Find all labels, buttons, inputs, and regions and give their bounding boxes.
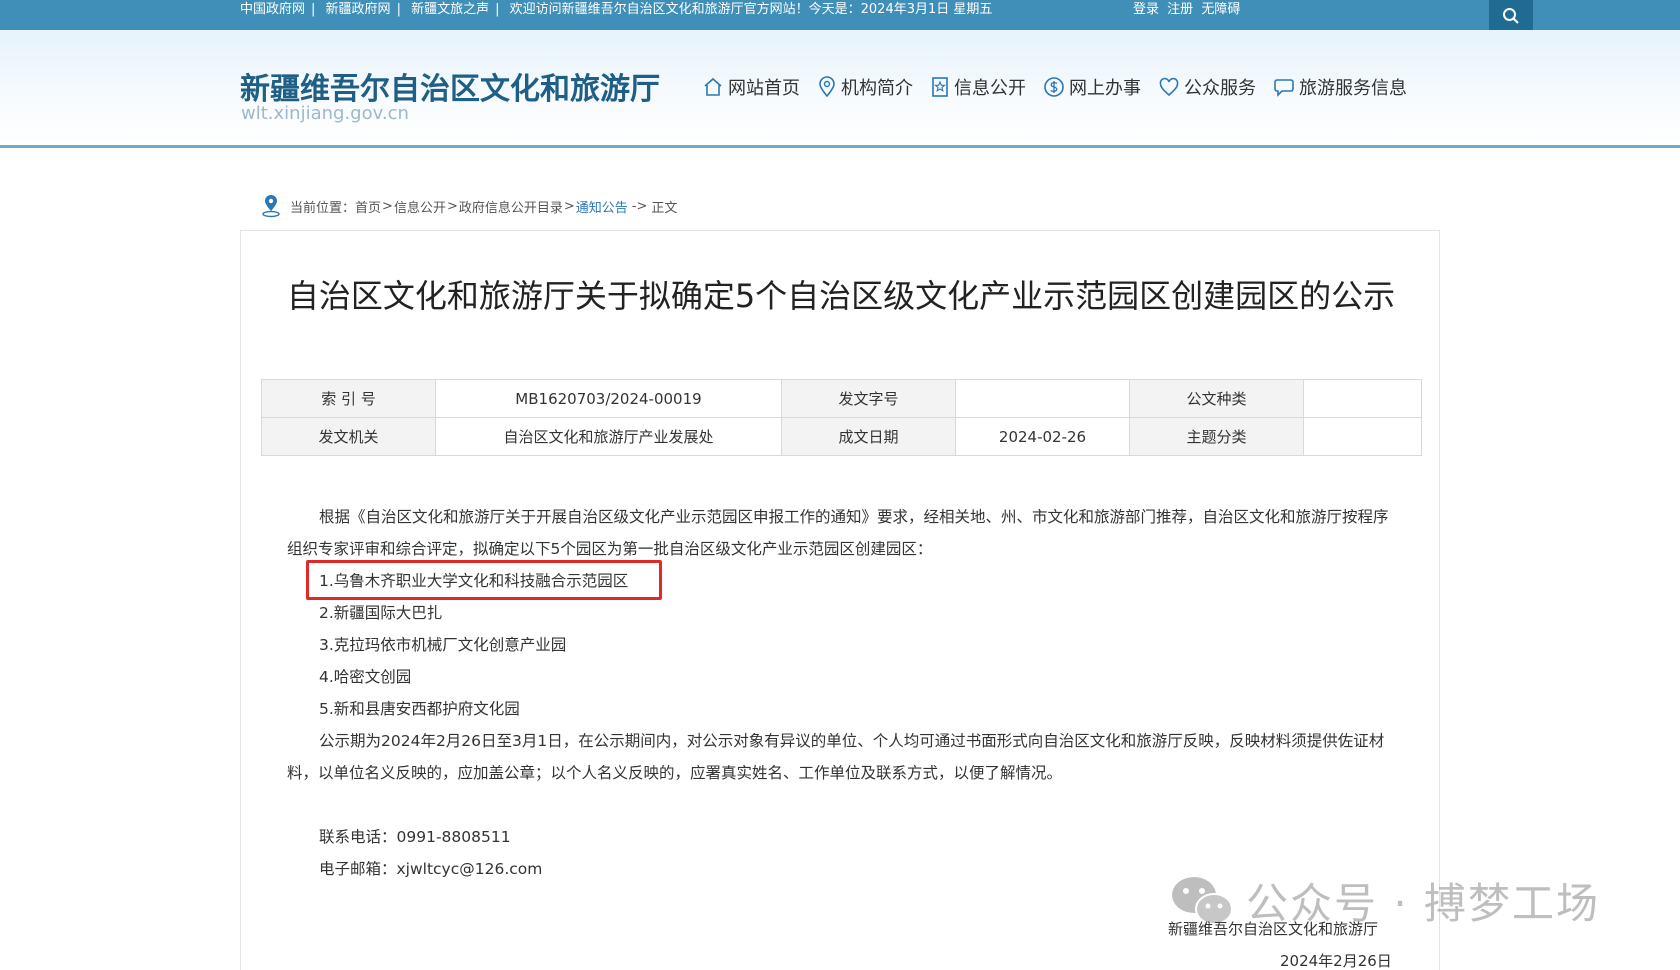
link-gov-cn[interactable]: 中国政府网 [240, 2, 305, 17]
location-pin-icon [819, 76, 835, 98]
article-panel: 自治区文化和旅游厅关于拟确定5个自治区级文化产业示范园区创建园区的公示 索 引 … [240, 230, 1440, 970]
nav-item-label: 旅游服务信息 [1299, 78, 1407, 99]
site-title[interactable]: 新疆维吾尔自治区文化和旅游厅 [240, 64, 660, 108]
breadcrumb-current-sep: -> [631, 198, 648, 214]
meta-table: 索 引 号 MB1620703/2024-00019 发文字号 公文种类 发文机… [261, 379, 1422, 456]
breadcrumb-notices[interactable]: 通知公告 [576, 197, 628, 216]
breadcrumb-arrow: > [563, 198, 575, 214]
meta-value-index: MB1620703/2024-00019 [435, 379, 782, 418]
intro-paragraph: 根据《自治区文化和旅游厅关于开展自治区级文化产业示范园区申报工作的通知》要求，经… [287, 508, 1389, 558]
breadcrumb-home[interactable]: 首页 [355, 197, 381, 216]
meta-label-date: 成文日期 [781, 417, 956, 456]
meta-value-topic [1303, 417, 1422, 456]
meta-label-index: 索 引 号 [261, 379, 436, 418]
list-item: 4.哈密文创园 [319, 668, 412, 686]
list-item: 2.新疆国际大巴扎 [319, 604, 443, 622]
nav-item-label: 公众服务 [1184, 78, 1256, 99]
accessibility-link[interactable]: 无障碍 [1201, 2, 1240, 17]
site-header: 新疆维吾尔自治区文化和旅游厅 wlt.xinjiang.gov.cn 网站首页 … [0, 30, 1680, 148]
nav-item-public-service[interactable]: 公众服务 [1158, 74, 1256, 100]
register-link[interactable]: 注册 [1167, 2, 1193, 17]
meta-row: 索 引 号 MB1620703/2024-00019 发文字号 公文种类 [261, 379, 1422, 418]
nav-item-info-public[interactable]: 信息公开 [930, 74, 1026, 100]
breadcrumb-info-public[interactable]: 信息公开 [394, 197, 446, 216]
top-links: 中国政府网 | 新疆政府网 | 新疆文旅之声 | 欢迎访问新疆维吾尔自治区文化和旅游厅… [240, 0, 992, 20]
contact-phone: 联系电话：0991-8808511 [319, 828, 511, 846]
breadcrumb: 当前位置： 首页 > 信息公开 > 政府信息公开目录 > 通知公告 -> 正文 [260, 194, 677, 218]
home-icon [704, 77, 722, 96]
breadcrumb-catalog[interactable]: 政府信息公开目录 [459, 197, 563, 216]
meta-value-doc-no [955, 379, 1130, 418]
link-xinjiang-gov[interactable]: 新疆政府网 [326, 2, 391, 17]
list-item: 3.克拉玛依市机械厂文化创意产业园 [319, 636, 567, 654]
nav-item-label: 网站首页 [728, 78, 800, 99]
heart-icon [1159, 77, 1179, 97]
meta-label-issuer: 发文机关 [261, 417, 436, 456]
nav-item-label: 机构简介 [841, 78, 913, 99]
main-nav: 网站首页 机构简介 信息公开 网上办事 公众服务 旅游服务信息 [702, 72, 1424, 102]
highlight-box [306, 560, 662, 600]
meta-value-doc-type [1303, 379, 1422, 418]
nav-item-label: 信息公开 [954, 78, 1026, 99]
meta-value-date: 2024-02-26 [955, 417, 1130, 456]
account-links: 登录 注册 无障碍 [1133, 0, 1244, 20]
separator: | [495, 2, 500, 17]
separator: | [311, 2, 316, 17]
dollar-circle-icon [1044, 77, 1064, 97]
signature-org: 新疆维吾尔自治区文化和旅游厅 [1168, 920, 1379, 938]
nav-item-label: 网上办事 [1069, 78, 1141, 99]
star-doc-icon [932, 77, 948, 97]
top-bar: 中国政府网 | 新疆政府网 | 新疆文旅之声 | 欢迎访问新疆维吾尔自治区文化和旅游厅… [0, 0, 1680, 30]
meta-label-doc-type: 公文种类 [1129, 379, 1304, 418]
login-link[interactable]: 登录 [1133, 2, 1159, 17]
nav-item-online-service[interactable]: 网上办事 [1043, 74, 1141, 100]
breadcrumb-current: 正文 [651, 200, 678, 216]
signature-date: 2024年2月26日 [1280, 952, 1392, 970]
link-xinjiang-culture[interactable]: 新疆文旅之声 [411, 2, 489, 17]
separator: | [396, 2, 401, 17]
article-body: 根据《自治区文化和旅游厅关于开展自治区级文化产业示范园区申报工作的通知》要求，经… [287, 501, 1397, 885]
article-title: 自治区文化和旅游厅关于拟确定5个自治区级文化产业示范园区创建园区的公示 [286, 277, 1396, 315]
breadcrumb-prefix: 当前位置： [290, 200, 356, 216]
chat-bubble-icon [1274, 79, 1294, 97]
nav-item-about[interactable]: 机构简介 [817, 74, 913, 100]
list-item: 5.新和县唐安西都护府文化园 [319, 700, 520, 718]
meta-label-topic: 主题分类 [1129, 417, 1304, 456]
location-pin-icon [262, 195, 280, 218]
search-icon [1503, 8, 1519, 24]
contact-email: 电子邮箱：xjwltcyc@126.com [319, 860, 543, 878]
nav-item-tourism-info[interactable]: 旅游服务信息 [1273, 74, 1407, 100]
nav-item-home[interactable]: 网站首页 [702, 74, 800, 100]
breadcrumb-arrow: > [446, 198, 458, 214]
top-bar-inner: 中国政府网 | 新疆政府网 | 新疆文旅之声 | 欢迎访问新疆维吾尔自治区文化和旅游厅… [240, 0, 1533, 30]
notice-paragraph: 公示期为2024年2月26日至3月1日，在公示期间内，对公示对象有异议的单位、个… [287, 732, 1385, 782]
meta-row: 发文机关 自治区文化和旅游厅产业发展处 成文日期 2024-02-26 主题分类 [261, 417, 1422, 456]
search-button[interactable] [1489, 0, 1533, 30]
meta-label-doc-no: 发文字号 [781, 379, 956, 418]
welcome-text: 欢迎访问新疆维吾尔自治区文化和旅游厅官方网站！今天是：2024年3月1日 星期五 [509, 2, 993, 17]
meta-value-issuer: 自治区文化和旅游厅产业发展处 [435, 417, 782, 456]
site-domain: wlt.xinjiang.gov.cn [241, 103, 409, 124]
breadcrumb-arrow: > [382, 198, 393, 214]
